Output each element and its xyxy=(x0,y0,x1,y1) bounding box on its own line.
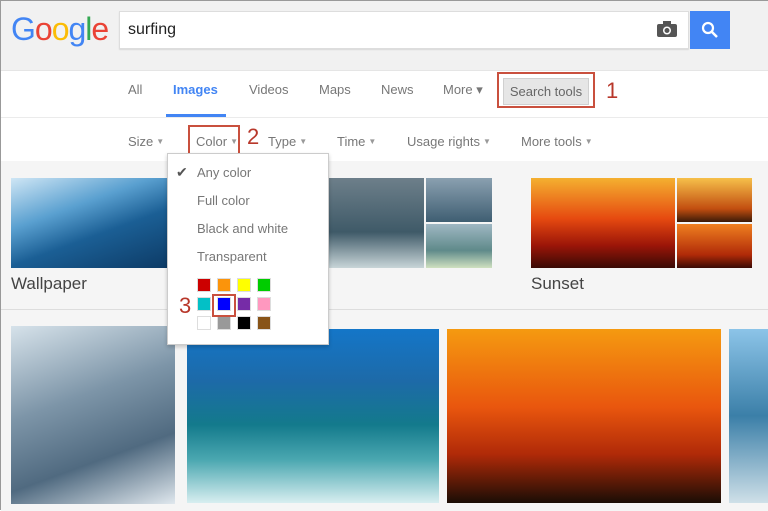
tool-size[interactable]: Size ▼ xyxy=(128,134,164,149)
image-result[interactable] xyxy=(729,329,768,503)
image-result[interactable] xyxy=(447,329,721,503)
color-swatch[interactable] xyxy=(237,297,251,311)
active-tab-indicator xyxy=(166,114,226,117)
color-swatch[interactable] xyxy=(217,316,231,330)
divider xyxy=(1,309,768,310)
menu-item-transparent[interactable]: Transparent xyxy=(197,249,267,264)
color-swatch[interactable] xyxy=(237,278,251,292)
image-result[interactable] xyxy=(11,326,175,504)
annotation-1: 1 xyxy=(606,78,619,103)
search-box xyxy=(119,11,689,49)
camera-icon[interactable] xyxy=(656,20,678,38)
search-icon xyxy=(701,21,718,38)
search-input[interactable] xyxy=(120,12,640,48)
tab-all[interactable]: All xyxy=(128,82,142,97)
tool-more-tools[interactable]: More tools ▼ xyxy=(521,134,593,149)
annotation-3: 3 xyxy=(179,293,192,318)
tool-usage-rights[interactable]: Usage rights ▼ xyxy=(407,134,491,149)
color-swatch[interactable] xyxy=(257,278,271,292)
menu-item-full-color[interactable]: Full color xyxy=(197,193,250,208)
color-swatch[interactable] xyxy=(197,297,211,311)
menu-item-any-color[interactable]: Any color xyxy=(197,165,251,180)
image-result[interactable] xyxy=(11,178,167,268)
category-label-sunset[interactable]: Sunset xyxy=(531,274,584,294)
tools-bar: Size ▼ Color ▼ Type ▼ Time ▼ Usage rights ▼ M… xyxy=(1,118,768,161)
tool-time[interactable]: Time ▼ xyxy=(337,134,376,149)
color-swatch[interactable] xyxy=(257,316,271,330)
image-result[interactable] xyxy=(329,178,424,268)
tab-news[interactable]: News xyxy=(381,82,414,97)
image-result[interactable] xyxy=(677,224,752,268)
color-swatch[interactable] xyxy=(197,278,211,292)
menu-item-black-and-white[interactable]: Black and white xyxy=(197,221,288,236)
search-button[interactable] xyxy=(690,11,730,49)
annotation-box-1 xyxy=(497,72,595,108)
tab-maps[interactable]: Maps xyxy=(319,82,351,97)
nav-bar: All Images Videos Maps News More ▾ xyxy=(1,71,768,118)
color-swatch[interactable] xyxy=(257,297,271,311)
color-dropdown-menu: ✔ Any color Full color Black and white T… xyxy=(167,153,329,345)
annotation-2: 2 xyxy=(247,124,260,149)
color-swatch[interactable] xyxy=(237,316,251,330)
image-result[interactable] xyxy=(531,178,675,268)
tab-videos[interactable]: Videos xyxy=(249,82,289,97)
image-results: Wallpaper Sunset xyxy=(1,161,768,511)
tool-type[interactable]: Type ▼ xyxy=(268,134,307,149)
annotation-box-3 xyxy=(212,294,236,317)
category-label-wallpaper[interactable]: Wallpaper xyxy=(11,274,87,294)
color-swatch[interactable] xyxy=(197,316,211,330)
google-logo[interactable]: Google xyxy=(11,11,109,48)
image-result[interactable] xyxy=(426,224,492,268)
checkmark-icon: ✔ xyxy=(176,164,188,180)
image-result[interactable] xyxy=(187,329,439,503)
image-result[interactable] xyxy=(426,178,492,222)
annotation-box-2 xyxy=(188,125,240,156)
image-result[interactable] xyxy=(677,178,752,222)
tab-more[interactable]: More ▾ xyxy=(443,82,483,98)
tab-images[interactable]: Images xyxy=(173,82,218,97)
color-swatch[interactable] xyxy=(217,278,231,292)
